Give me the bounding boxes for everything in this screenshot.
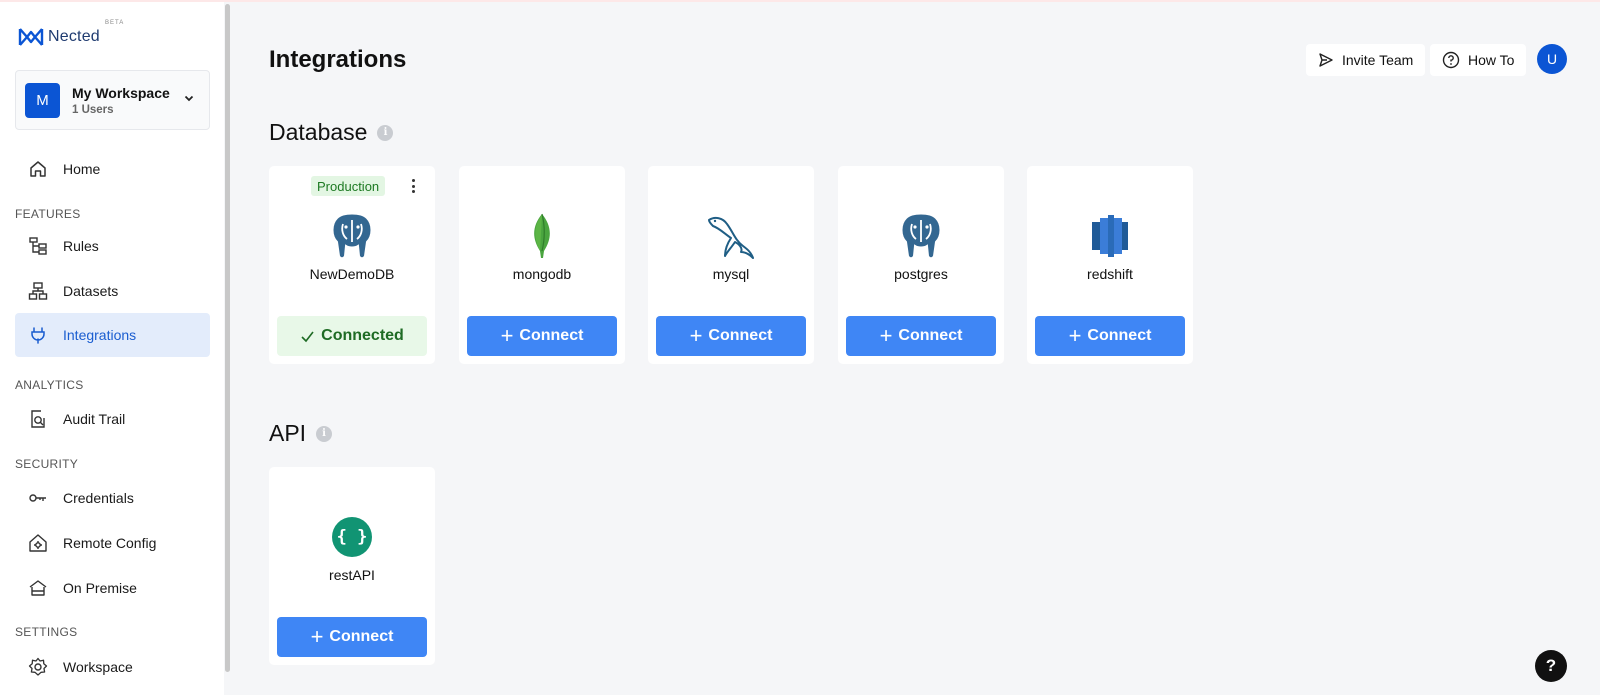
sidebar-item-label: Datasets <box>63 283 119 299</box>
on-premise-icon <box>27 577 49 599</box>
how-to-label: How To <box>1468 52 1515 68</box>
postgres-elephant-icon <box>331 212 373 260</box>
section-label-analytics: ANALYTICS <box>15 378 84 392</box>
sidebar-item-workspace[interactable]: Workspace <box>15 645 210 689</box>
integration-name: mysql <box>712 266 750 282</box>
connected-label: Connected <box>321 327 404 344</box>
connect-button[interactable]: + Connect <box>277 617 427 657</box>
integration-name: postgres <box>894 266 948 282</box>
invite-team-button[interactable]: Invite Team <box>1306 44 1426 76</box>
integration-name: mongodb <box>512 266 572 282</box>
connect-label: Connect <box>1087 327 1152 344</box>
sidebar-item-remote-config[interactable]: Remote Config <box>15 521 210 565</box>
rest-api-braces-icon: { } <box>332 517 372 557</box>
audit-search-icon <box>27 408 49 430</box>
sidebar-item-rules[interactable]: Rules <box>15 224 210 268</box>
api-title-text: API <box>269 420 307 446</box>
integration-card-mysql[interactable]: mysql + Connect <box>648 166 814 364</box>
plus-icon: + <box>500 323 514 348</box>
gear-icon <box>27 656 49 678</box>
sidebar-item-integrations[interactable]: Integrations <box>15 313 210 357</box>
integration-name: restAPI <box>329 567 375 583</box>
send-icon <box>1318 52 1334 68</box>
datasets-icon <box>27 280 49 302</box>
integration-card-redshift[interactable]: redshift + Connect <box>1027 166 1193 364</box>
check-icon <box>300 329 315 344</box>
connect-button[interactable]: + Connect <box>467 316 617 356</box>
connect-label: Connect <box>898 327 963 344</box>
question-circle-icon <box>1442 51 1460 69</box>
workspace-user-count: 1 Users <box>72 103 114 116</box>
help-button[interactable]: ? <box>1535 650 1567 682</box>
sidebar-item-label: Credentials <box>63 490 134 506</box>
environment-badge: Production <box>311 176 386 196</box>
page-title: Integrations <box>269 46 407 73</box>
info-icon[interactable]: i <box>377 124 394 141</box>
connect-label: Connect <box>329 628 394 645</box>
sidebar: Nected BETA M My Workspace 1 Users Home … <box>0 2 224 695</box>
mysql-dolphin-icon <box>708 216 754 259</box>
sidebar-item-datasets[interactable]: Datasets <box>15 269 210 313</box>
chevron-down-icon <box>184 95 194 102</box>
mongodb-leaf-icon <box>534 213 550 258</box>
brand-name: Nected <box>48 28 100 45</box>
connect-button[interactable]: + Connect <box>1035 316 1185 356</box>
user-avatar[interactable]: U <box>1537 44 1567 74</box>
sidebar-item-credentials[interactable]: Credentials <box>15 476 210 520</box>
sidebar-item-label: Workspace <box>63 659 133 675</box>
workspace-name: My Workspace <box>72 84 170 101</box>
info-icon[interactable]: i <box>316 425 333 442</box>
integration-name: NewDemoDB <box>309 266 395 282</box>
section-label-features: FEATURES <box>15 207 81 221</box>
brand-logo[interactable]: Nected <box>18 26 100 48</box>
plus-icon: + <box>879 323 893 348</box>
api-section-title: API i <box>269 420 333 447</box>
integration-card-restapi[interactable]: { } restAPI + Connect <box>269 467 435 665</box>
database-section-title: Database i <box>269 119 394 146</box>
workspace-switcher[interactable]: M My Workspace 1 Users <box>15 70 210 130</box>
connect-button[interactable]: + Connect <box>656 316 806 356</box>
sidebar-scrollbar[interactable] <box>225 4 230 672</box>
section-label-security: SECURITY <box>15 457 79 471</box>
top-accent-line <box>0 0 1600 2</box>
workspace-avatar: M <box>25 82 60 118</box>
beta-tag: BETA <box>105 20 125 26</box>
connect-label: Connect <box>519 327 584 344</box>
sidebar-item-on-premise[interactable]: On Premise <box>15 566 210 610</box>
sidebar-item-label: Audit Trail <box>63 411 126 427</box>
rules-icon <box>27 235 49 257</box>
invite-team-label: Invite Team <box>1342 52 1414 68</box>
connected-status-button[interactable]: Connected <box>277 316 427 356</box>
connect-label: Connect <box>708 327 773 344</box>
connect-button[interactable]: + Connect <box>846 316 996 356</box>
integration-card-mongodb[interactable]: mongodb + Connect <box>459 166 625 364</box>
plus-icon: + <box>310 624 324 649</box>
sidebar-item-label: Home <box>63 161 101 177</box>
integration-card-postgres[interactable]: postgres + Connect <box>838 166 1004 364</box>
nected-logo-icon <box>18 28 44 46</box>
remote-config-gear-icon <box>27 532 49 554</box>
redshift-icon <box>1092 215 1128 257</box>
postgres-elephant-icon <box>900 212 942 260</box>
integration-name: redshift <box>1087 266 1133 282</box>
home-icon <box>27 158 49 180</box>
sidebar-item-label: Rules <box>63 238 99 254</box>
plus-icon: + <box>1068 323 1082 348</box>
plus-icon: + <box>689 323 703 348</box>
sidebar-item-label: On Premise <box>63 580 137 596</box>
sidebar-item-audit-trail[interactable]: Audit Trail <box>15 397 210 441</box>
sidebar-item-label: Integrations <box>63 327 137 343</box>
how-to-button[interactable]: How To <box>1430 44 1527 76</box>
integration-card-newdemodb[interactable]: Production NewDemoDB Connected <box>269 166 435 364</box>
plug-icon <box>27 324 49 346</box>
section-label-settings: SETTINGS <box>15 625 78 639</box>
more-options-icon[interactable] <box>409 177 417 195</box>
database-title-text: Database <box>269 119 368 145</box>
sidebar-item-home[interactable]: Home <box>15 147 210 191</box>
sidebar-item-label: Remote Config <box>63 535 157 551</box>
key-icon <box>27 487 49 509</box>
